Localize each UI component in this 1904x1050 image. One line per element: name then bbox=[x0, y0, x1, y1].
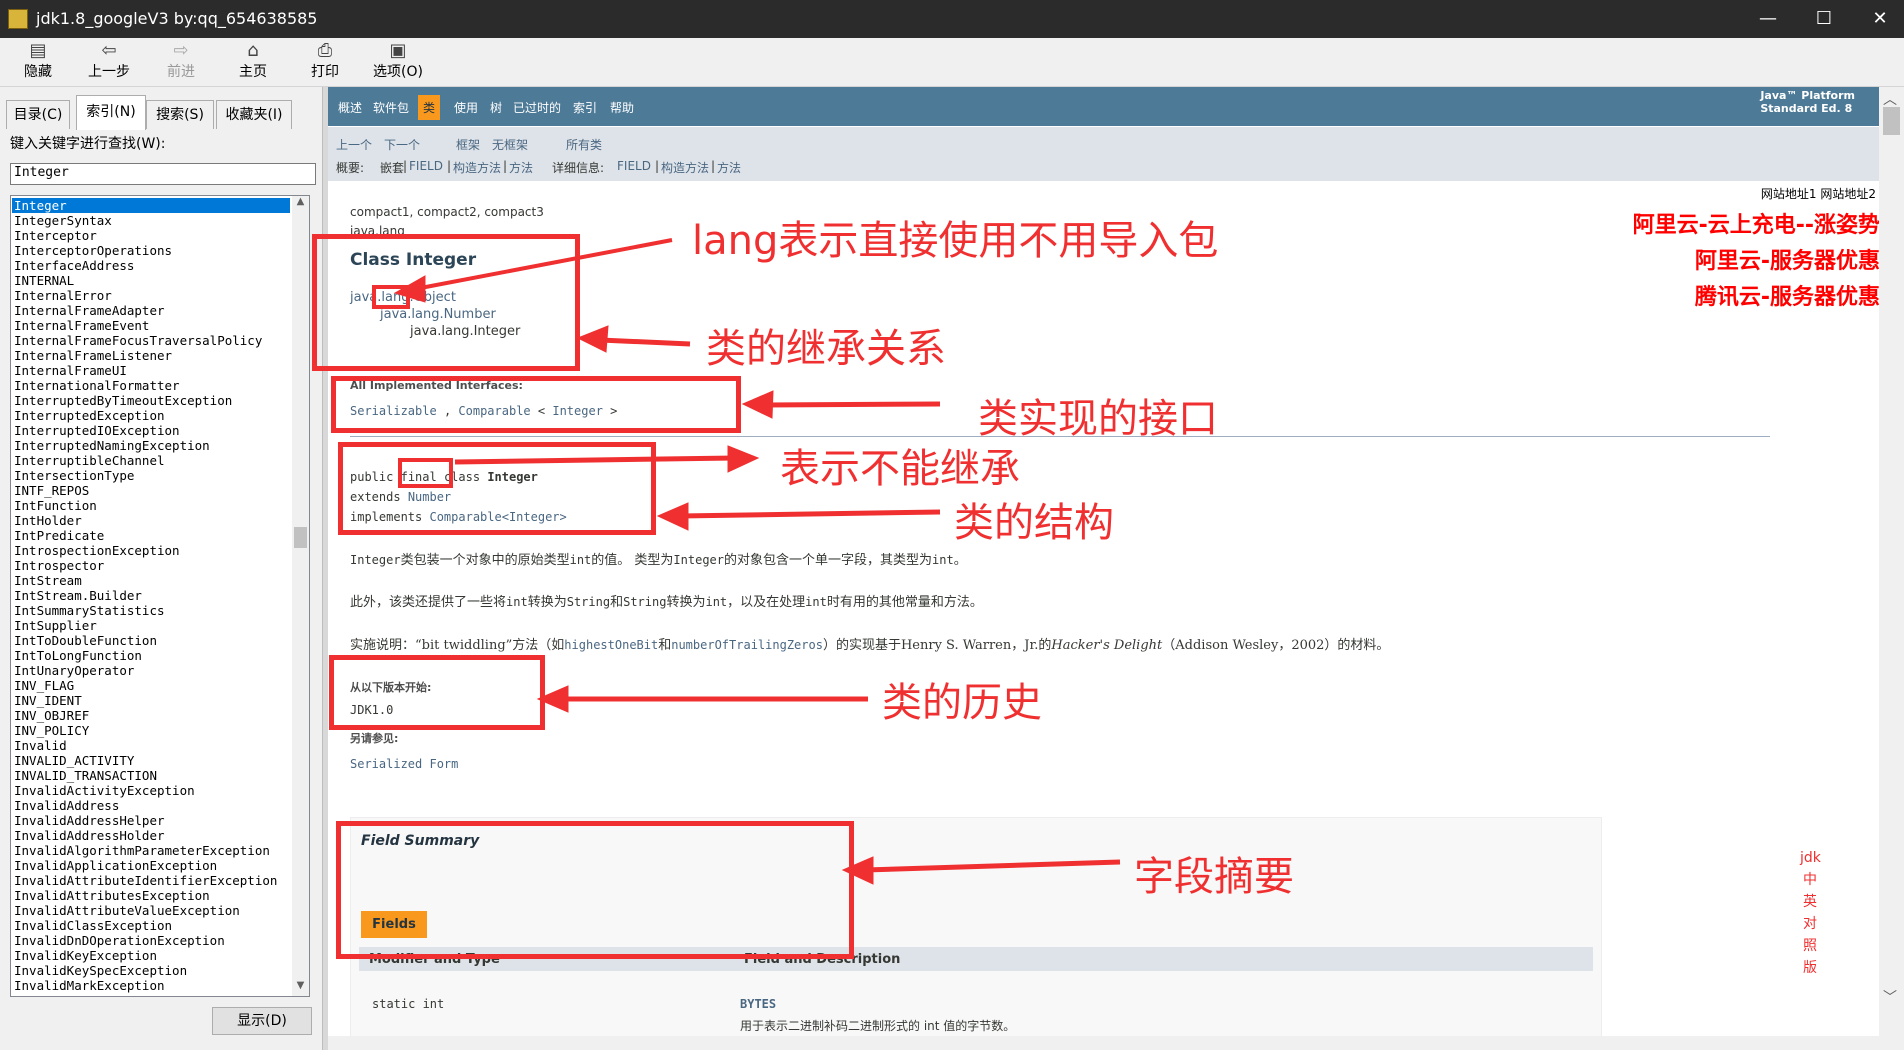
arrow-head-fields bbox=[841, 856, 874, 885]
arrow-head-final bbox=[727, 445, 760, 473]
annotation-final: 表示不能继承 bbox=[780, 446, 1020, 492]
arrow-final bbox=[454, 455, 736, 465]
arrow-head-inherit bbox=[576, 325, 609, 353]
arrow-structure bbox=[679, 509, 941, 519]
annotation-history: 类的历史 bbox=[882, 680, 1042, 726]
arrow-fields bbox=[864, 859, 1121, 873]
arrow-head-interface bbox=[741, 390, 774, 419]
annotation-arrows bbox=[393, 238, 1121, 885]
arrow-interface bbox=[764, 401, 941, 408]
arrow-head-history bbox=[536, 685, 569, 713]
arrow-head-structure bbox=[656, 502, 689, 531]
annotation-fields: 字段摘要 bbox=[1134, 854, 1294, 900]
arrow-inherit bbox=[599, 337, 691, 347]
annotation-lang: lang表示直接使用不用导入包 bbox=[692, 218, 1219, 264]
annotation-inherit: 类的继承关系 bbox=[706, 326, 946, 372]
annotation-structure: 类的结构 bbox=[954, 500, 1114, 546]
arrow-head-lang bbox=[393, 275, 426, 303]
arrow-lang bbox=[409, 238, 673, 292]
